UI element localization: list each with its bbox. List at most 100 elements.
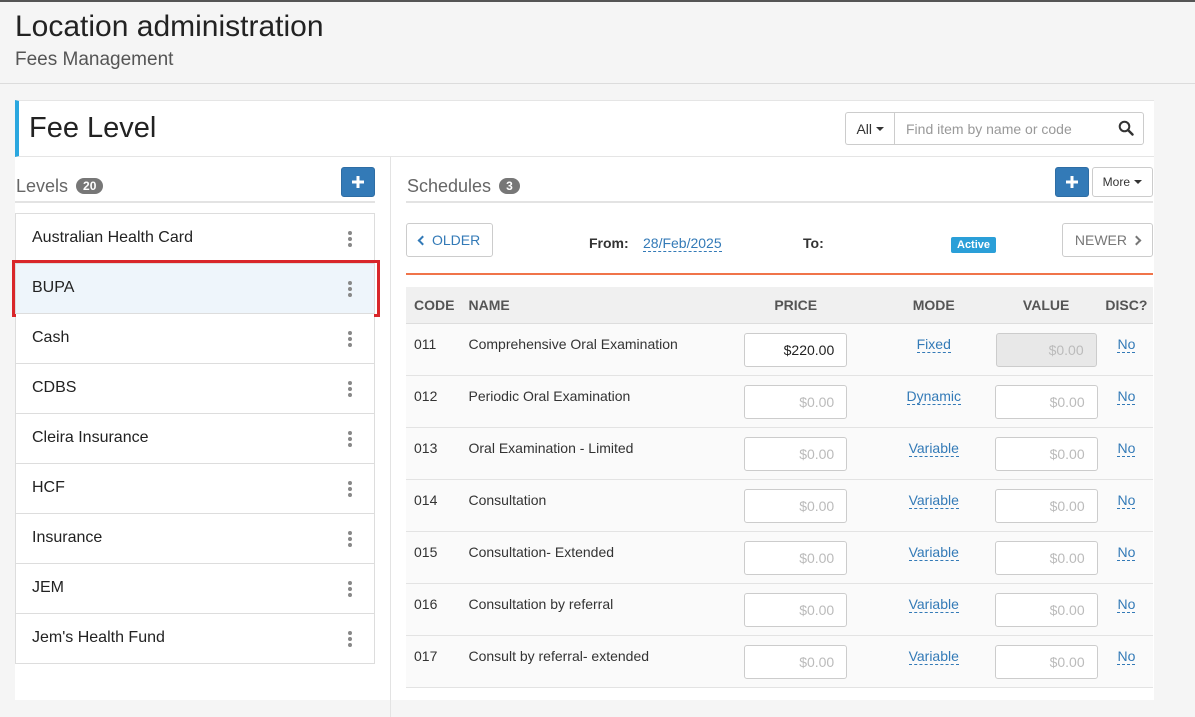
from-date-link[interactable]: 28/Feb/2025 — [643, 235, 722, 252]
price-input[interactable] — [744, 436, 848, 471]
mode-cell: Variable — [875, 531, 993, 584]
level-item-label: Jem's Health Fund — [32, 629, 165, 646]
mode-link[interactable]: Variable — [908, 492, 959, 509]
value-cell — [992, 479, 1100, 532]
level-item-label: HCF — [32, 479, 65, 496]
page-title: Location administration — [15, 10, 324, 43]
mode-cell: Fixed — [875, 323, 993, 376]
levels-title: Levels 20 — [16, 176, 104, 197]
search-input[interactable] — [894, 112, 1144, 145]
mode-link[interactable]: Variable — [908, 544, 959, 561]
kebab-menu-icon[interactable] — [348, 281, 352, 297]
level-item-label: Australian Health Card — [32, 229, 193, 246]
chevron-left-icon — [417, 235, 428, 245]
value-input[interactable] — [994, 644, 1098, 679]
level-item[interactable]: Insurance — [16, 514, 374, 564]
discount-link[interactable]: No — [1117, 648, 1136, 665]
level-item[interactable]: Jem's Health Fund — [16, 614, 374, 664]
fee-level-panel: Fee Level All Levels 20 Australian Healt… — [12, 100, 1154, 717]
price-cell — [716, 375, 876, 428]
add-schedule-button[interactable] — [1055, 167, 1089, 197]
kebab-menu-icon[interactable] — [348, 631, 352, 647]
fee-name: Consultation by referral — [467, 583, 717, 636]
schedules-count-badge: 3 — [499, 178, 520, 194]
filter-label: All — [856, 120, 872, 137]
search-icon[interactable] — [1118, 120, 1134, 136]
table-row: 015Consultation- Extended Variable No — [406, 531, 1153, 584]
column-header-code: CODE — [406, 287, 468, 324]
mode-link[interactable]: Variable — [908, 648, 959, 665]
mode-cell: Variable — [875, 583, 993, 636]
level-item[interactable]: Australian Health Card — [16, 214, 374, 264]
level-item[interactable]: JEM — [16, 564, 374, 614]
price-cell — [716, 427, 876, 480]
older-button[interactable]: OLDER — [406, 223, 494, 257]
levels-count-badge: 20 — [76, 178, 104, 194]
fee-code: 011 — [406, 323, 468, 376]
disc-cell: No — [1099, 635, 1153, 688]
level-item[interactable]: Cleira Insurance — [16, 414, 374, 464]
discount-link[interactable]: No — [1117, 440, 1136, 457]
price-input[interactable] — [744, 540, 848, 575]
value-input[interactable] — [994, 384, 1098, 419]
mode-link[interactable]: Dynamic — [906, 388, 961, 405]
level-item-label: Insurance — [32, 529, 103, 546]
kebab-menu-icon[interactable] — [348, 481, 352, 497]
panel-header: Fee Level All — [15, 100, 1154, 157]
value-cell — [992, 427, 1100, 480]
value-input[interactable] — [994, 436, 1098, 471]
fee-code: 013 — [406, 427, 468, 480]
kebab-menu-icon[interactable] — [348, 381, 352, 397]
level-item[interactable]: Cash — [16, 314, 374, 364]
price-input[interactable] — [744, 384, 848, 419]
kebab-menu-icon[interactable] — [348, 531, 352, 547]
level-item[interactable]: BUPA — [12, 260, 380, 317]
discount-link[interactable]: No — [1117, 388, 1136, 405]
value-cell — [992, 375, 1100, 428]
discount-link[interactable]: No — [1117, 336, 1136, 353]
fee-code: 016 — [406, 583, 468, 636]
value-input[interactable] — [994, 540, 1098, 575]
kebab-menu-icon[interactable] — [348, 231, 352, 247]
level-item-label: JEM — [32, 579, 64, 596]
table-header-row: CODE NAME PRICE MODE VALUE DISC? — [406, 287, 1153, 324]
mode-link[interactable]: Variable — [908, 596, 959, 613]
fee-name: Periodic Oral Examination — [467, 375, 717, 428]
levels-list: Australian Health Card BUPA Cash CDBS Cleira… — [12, 213, 380, 664]
level-item[interactable]: HCF — [16, 464, 374, 514]
value-input[interactable] — [994, 592, 1098, 627]
more-label: More — [1102, 175, 1130, 189]
discount-link[interactable]: No — [1117, 596, 1136, 613]
fee-code: 015 — [406, 531, 468, 584]
value-input[interactable] — [994, 488, 1098, 523]
more-dropdown-button[interactable]: More — [1091, 167, 1153, 197]
table-row: 011Comprehensive Oral Examination Fixed No — [406, 323, 1153, 376]
level-item[interactable]: CDBS — [16, 364, 374, 414]
kebab-menu-icon[interactable] — [348, 581, 352, 597]
price-input[interactable] — [744, 488, 848, 523]
column-header-name: NAME — [467, 287, 717, 324]
column-divider — [390, 157, 391, 717]
fees-table: CODE NAME PRICE MODE VALUE DISC? 011 Comp… — [406, 287, 1153, 688]
price-input[interactable] — [744, 332, 848, 367]
price-cell — [716, 635, 876, 688]
fee-name: Comprehensive Oral Examination — [467, 323, 717, 376]
level-item-label: BUPA — [32, 279, 75, 296]
newer-button[interactable]: NEWER — [1061, 223, 1153, 257]
search-group: All — [845, 112, 1144, 145]
mode-link[interactable]: Variable — [908, 440, 959, 457]
level-item-label: CDBS — [32, 379, 77, 396]
filter-dropdown-button[interactable]: All — [845, 112, 894, 145]
disc-cell: No — [1099, 427, 1153, 480]
add-level-button[interactable] — [341, 167, 375, 197]
price-input[interactable] — [744, 644, 848, 679]
mode-link[interactable]: Fixed — [916, 336, 951, 353]
discount-link[interactable]: No — [1117, 492, 1136, 509]
kebab-menu-icon[interactable] — [348, 331, 352, 347]
value-cell — [992, 531, 1100, 584]
kebab-menu-icon[interactable] — [348, 431, 352, 447]
price-input[interactable] — [744, 592, 848, 627]
discount-link[interactable]: No — [1117, 544, 1136, 561]
schedules-title-text: Schedules — [407, 176, 492, 196]
fee-code: 014 — [406, 479, 468, 532]
